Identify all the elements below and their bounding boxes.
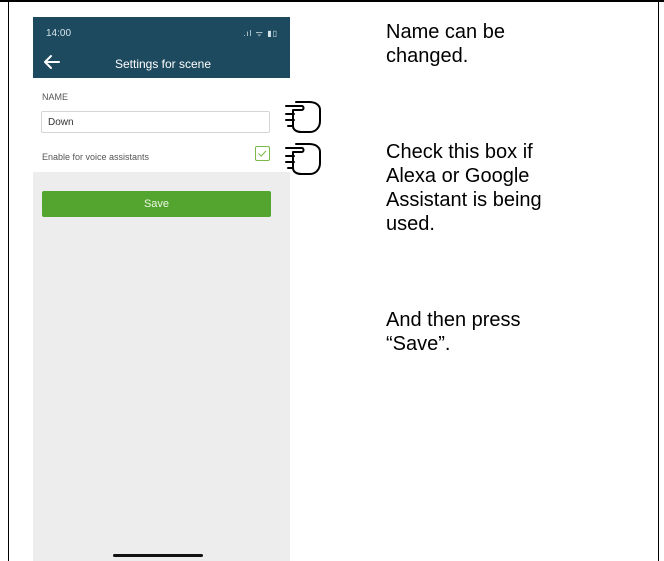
page-title: Settings for scene [114,57,212,71]
note-press-save: And then press “Save”. [386,308,521,356]
scene-settings-form: NAME Enable for voice assistants [33,78,290,172]
frame-left-border [8,0,9,561]
note-line: Assistant is being [386,189,542,211]
voice-assistants-checkbox[interactable] [255,146,270,161]
phone-screen: 14:00 .ıl ᯤ ▮▯ Settings for scene NAME E… [33,17,290,561]
name-label: NAME [42,92,69,102]
note-line: Name can be [386,21,505,43]
save-button[interactable]: Save [42,191,271,217]
note-line: Check this box if [386,141,533,163]
pointing-hand-icon [285,143,321,175]
status-time: 14:00 [46,28,72,39]
frame-top-border [0,0,664,2]
checkmark-icon [258,150,267,157]
note-line: changed. [386,45,469,67]
home-indicator [113,554,203,557]
back-arrow-icon[interactable] [41,51,63,73]
voice-assistants-label: Enable for voice assistants [42,152,150,162]
note-line: And then press [386,309,521,331]
status-icons: .ıl ᯤ ▮▯ [243,29,278,38]
frame-right-border [658,0,659,561]
note-line: used. [386,213,435,235]
note-voice-assistants: Check this box if Alexa or Google Assist… [386,140,542,236]
app-header: 14:00 .ıl ᯤ ▮▯ Settings for scene [33,17,290,78]
name-input[interactable] [41,111,270,133]
note-line: Alexa or Google [386,165,530,187]
pointing-hand-icon [285,101,321,133]
note-line: “Save”. [386,333,451,355]
note-name-changeable: Name can be changed. [386,20,505,68]
